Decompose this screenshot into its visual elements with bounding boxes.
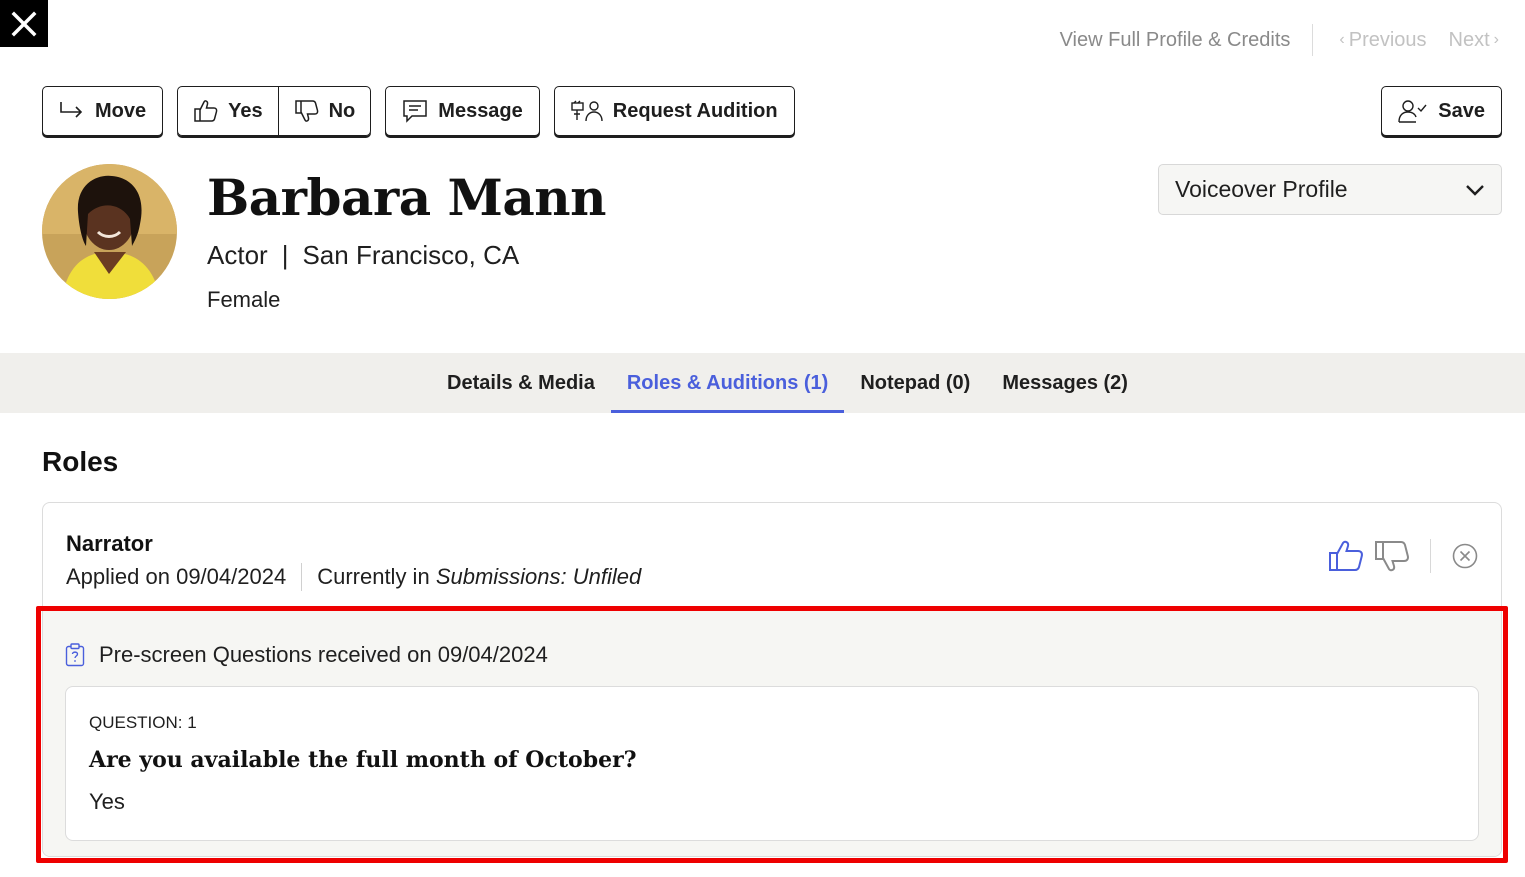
yes-label: Yes (228, 99, 263, 122)
action-toolbar: Move Yes No Message Request Audition (42, 86, 795, 136)
meta-divider (301, 563, 303, 591)
prescreen-header-text: Pre-screen Questions received on 09/04/2… (99, 642, 548, 667)
role-current-location: Submissions: Unfiled (435, 564, 642, 589)
tab-details-media[interactable]: Details & Media (431, 353, 611, 413)
candidate-location: San Francisco, CA (302, 240, 520, 270)
candidate-name: Barbara Mann (207, 168, 606, 227)
tab-messages[interactable]: Messages (2) (986, 353, 1144, 413)
role-actions (1328, 539, 1479, 573)
request-audition-button[interactable]: Request Audition (553, 86, 795, 136)
audition-icon (571, 100, 603, 122)
role-meta: Applied on 09/04/2024 Currently in Submi… (66, 563, 641, 591)
thumbs-down-icon[interactable] (1374, 540, 1410, 572)
close-button[interactable] (0, 0, 48, 47)
save-person-check-icon (1398, 100, 1427, 123)
profile-navigation: View Full Profile & Credits ‹ Previous N… (1060, 24, 1503, 56)
view-full-profile-link[interactable]: View Full Profile & Credits (1060, 24, 1314, 56)
avatar (42, 164, 177, 299)
previous-link[interactable]: ‹ Previous (1335, 24, 1426, 56)
move-label: Move (95, 99, 147, 122)
thumbs-up-icon (194, 100, 218, 122)
roles-heading: Roles (42, 446, 119, 477)
tab-bar: Details & Media Roles & Auditions (1) No… (0, 353, 1525, 413)
no-label: No (328, 99, 356, 122)
question-label: QUESTION: 1 (89, 713, 197, 732)
question-answer: Yes (89, 789, 125, 814)
candidate-gender: Female (207, 287, 281, 312)
profile-type-select[interactable]: Voiceover Profile (1158, 164, 1502, 215)
chevron-right-icon: › (1493, 31, 1499, 48)
thumbs-down-icon (294, 100, 318, 122)
candidate-type: Actor (207, 240, 268, 270)
profile-select-value: Voiceover Profile (1175, 176, 1348, 202)
move-button[interactable]: Move (42, 86, 164, 136)
role-title: Narrator (66, 531, 153, 556)
next-link[interactable]: Next › (1449, 24, 1503, 56)
remove-circle-x-icon[interactable] (1451, 542, 1479, 570)
request-audition-label: Request Audition (612, 99, 778, 122)
subtitle-separator: | (281, 240, 289, 270)
clipboard-question-icon (65, 643, 85, 667)
message-button[interactable]: Message (385, 86, 540, 136)
role-card: Narrator Applied on 09/04/2024 Currently… (42, 502, 1502, 857)
question-text: Are you available the full month of Octo… (89, 747, 637, 773)
thumbs-up-icon[interactable] (1328, 540, 1364, 572)
role-currently-prefix: Currently in (317, 564, 430, 589)
candidate-subtitle: Actor | San Francisco, CA (207, 240, 519, 271)
move-arrow-icon (60, 102, 83, 118)
yes-no-group: Yes No (177, 86, 372, 136)
yes-button[interactable]: Yes (178, 87, 277, 135)
chevron-left-icon: ‹ (1339, 31, 1345, 48)
chevron-down-icon (1466, 184, 1484, 196)
role-applied-date: Applied on 09/04/2024 (66, 564, 287, 589)
message-label: Message (438, 99, 523, 122)
save-label: Save (1438, 99, 1485, 122)
tab-notepad[interactable]: Notepad (0) (844, 353, 986, 413)
close-icon (11, 11, 37, 36)
no-button[interactable]: No (277, 87, 371, 135)
next-label: Next (1448, 28, 1490, 51)
prescreen-section: Pre-screen Questions received on 09/04/2… (43, 609, 1501, 856)
prescreen-header: Pre-screen Questions received on 09/04/2… (65, 642, 548, 668)
previous-label: Previous (1348, 28, 1427, 51)
role-actions-divider (1430, 539, 1431, 573)
save-button[interactable]: Save (1381, 86, 1502, 136)
tab-roles-auditions[interactable]: Roles & Auditions (1) (610, 353, 845, 413)
message-icon (403, 100, 428, 123)
question-card: QUESTION: 1 Are you available the full m… (65, 686, 1479, 841)
